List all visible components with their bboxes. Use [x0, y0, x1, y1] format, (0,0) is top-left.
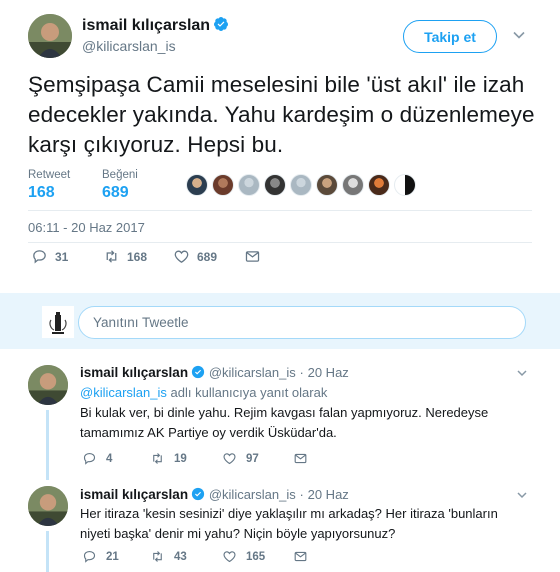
liker-avatar[interactable]	[264, 174, 286, 196]
tweet-text: Şemşipaşa Camii meselesini bile 'üst akı…	[28, 72, 535, 157]
reply-author-avatar[interactable]	[28, 486, 68, 526]
liker-avatar[interactable]	[316, 174, 338, 196]
chevron-down-icon[interactable]	[516, 367, 528, 379]
retweet-button[interactable]: 19	[150, 451, 187, 466]
message-icon	[245, 251, 260, 262]
direct-message-button[interactable]	[244, 248, 268, 265]
retweet-button[interactable]: 43	[150, 549, 187, 564]
chevron-down-icon[interactable]	[516, 489, 528, 501]
retweet-count: 168	[127, 249, 148, 264]
retweet-count: 43	[174, 550, 187, 563]
liker-avatar[interactable]	[212, 174, 234, 196]
reply-count: 31	[55, 249, 69, 264]
reply-text: Her itiraza 'kesin sesinizi' diye yaklaş…	[80, 506, 498, 541]
reply-icon	[83, 452, 96, 465]
verified-badge-icon	[214, 17, 229, 31]
like-icon	[223, 453, 236, 465]
liker-avatars	[186, 174, 420, 196]
reply-author-handle[interactable]: @kilicarslan_is	[209, 365, 296, 380]
reply-header: ismail kılıçarslan @kilicarslan_is · 20 …	[80, 487, 349, 502]
liker-avatar[interactable]	[394, 174, 416, 196]
reply-count: 4	[106, 452, 113, 465]
liker-avatar[interactable]	[238, 174, 260, 196]
reply-date[interactable]: 20 Haz	[308, 365, 349, 380]
like-count: 165	[246, 550, 266, 563]
reply-button[interactable]: 21	[82, 549, 119, 564]
liker-avatar[interactable]	[368, 174, 390, 196]
reply-author-name[interactable]: ismail kılıçarslan	[80, 487, 188, 502]
message-icon	[294, 453, 307, 464]
reply-author-name[interactable]: ismail kılıçarslan	[80, 365, 188, 380]
like-count: 689	[197, 249, 218, 264]
thread-connector	[46, 410, 49, 480]
retweet-stat-label: Retweet	[28, 169, 71, 181]
like-stat-label: Beğeni	[102, 169, 138, 181]
author-name-text[interactable]: ismail kılıçarslan	[82, 17, 210, 34]
chevron-down-icon[interactable]	[512, 28, 526, 42]
liker-avatar[interactable]	[290, 174, 312, 196]
follow-button[interactable]: Takip et	[403, 20, 497, 53]
replying-to-mention[interactable]: @kilicarslan_is	[80, 385, 167, 400]
message-icon	[294, 551, 307, 562]
like-icon	[223, 551, 236, 563]
reply-icon	[33, 250, 46, 264]
tweet-timestamp[interactable]: 06:11 - 20 Haz 2017	[28, 220, 145, 235]
direct-message-button[interactable]	[293, 451, 317, 466]
like-count: 97	[246, 452, 259, 465]
reply-text: Bi kulak ver, bi dinle yahu. Rejim kavga…	[80, 405, 489, 440]
author-name[interactable]: ismail kılıçarslan	[82, 16, 229, 35]
author-handle[interactable]: @kilicarslan_is	[82, 38, 176, 54]
reply-input[interactable]: Yanıtını Tweetle	[78, 306, 526, 339]
like-button[interactable]: 689	[173, 248, 217, 265]
reply-date[interactable]: 20 Haz	[308, 487, 349, 502]
like-button[interactable]: 97	[222, 451, 259, 466]
reply-button[interactable]: 31	[31, 248, 68, 265]
reply-button[interactable]: 4	[82, 451, 112, 466]
reply-input-placeholder: Yanıtını Tweetle	[93, 315, 189, 330]
thread-connector	[46, 531, 49, 572]
reply-author-avatar[interactable]	[28, 365, 68, 405]
viewer-avatar	[42, 306, 74, 338]
meta-separator: ·	[299, 487, 304, 502]
like-icon	[174, 250, 189, 263]
replying-to: @kilicarslan_is adlı kullanıcıya yanıt o…	[80, 383, 327, 403]
reply-header: ismail kılıçarslan @kilicarslan_is · 20 …	[80, 365, 349, 380]
verified-badge-icon	[191, 365, 205, 379]
retweet-stat-count[interactable]: 168	[28, 184, 55, 202]
reply-author-handle[interactable]: @kilicarslan_is	[209, 487, 296, 502]
replying-to-suffix: adlı kullanıcıya yanıt olarak	[170, 385, 328, 400]
like-button[interactable]: 165	[222, 549, 265, 564]
author-avatar[interactable]	[28, 14, 72, 58]
retweet-button[interactable]: 168	[103, 248, 147, 265]
liker-avatar[interactable]	[186, 174, 208, 196]
retweet-icon	[153, 453, 162, 464]
retweet-icon	[153, 551, 162, 562]
liker-avatar[interactable]	[342, 174, 364, 196]
retweet-count: 19	[174, 452, 187, 465]
reply-count: 21	[106, 550, 119, 563]
meta-separator: ·	[299, 365, 304, 380]
verified-badge-icon	[191, 487, 205, 501]
retweet-icon	[106, 250, 117, 263]
divider	[28, 210, 532, 211]
reply-icon	[83, 550, 96, 563]
direct-message-button[interactable]	[293, 549, 317, 564]
like-stat-count[interactable]: 689	[102, 184, 129, 202]
divider	[28, 242, 532, 243]
